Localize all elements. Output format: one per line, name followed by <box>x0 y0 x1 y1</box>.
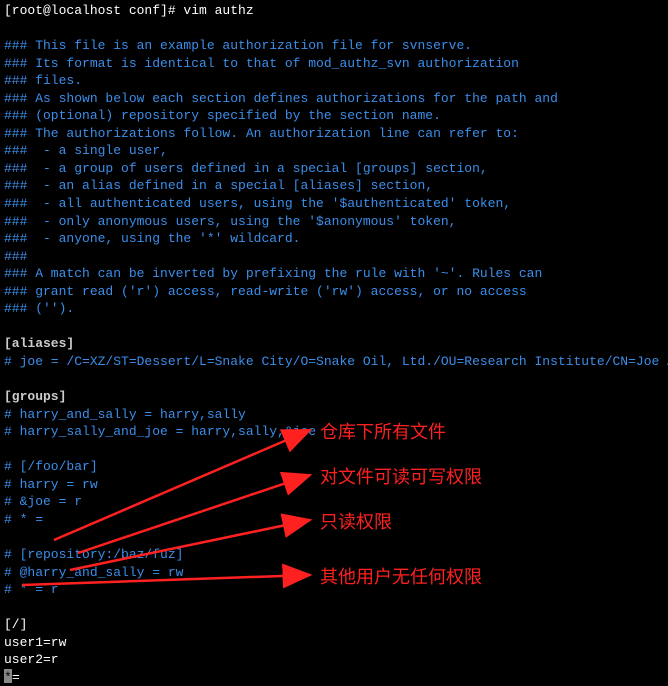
code-line: user1=rw <box>4 634 664 652</box>
code-line: ### A match can be inverted by prefixing… <box>4 265 664 283</box>
code-line <box>4 318 664 336</box>
last-line: *= <box>4 669 664 686</box>
code-line: ### - a single user, <box>4 142 664 160</box>
code-line: ### - anyone, using the '*' wildcard. <box>4 230 664 248</box>
code-line: ### grant read ('r') access, read-write … <box>4 283 664 301</box>
code-line: ### This file is an example authorizatio… <box>4 37 664 55</box>
annotation-label: 仓库下所有文件 <box>320 420 446 444</box>
code-line: ### Its format is identical to that of m… <box>4 55 664 73</box>
code-line: # joe = /C=XZ/ST=Dessert/L=Snake City/O=… <box>4 353 664 371</box>
code-line: ### The authorizations follow. An author… <box>4 125 664 143</box>
code-line: ### - a group of users defined in a spec… <box>4 160 664 178</box>
code-line: ### (''). <box>4 300 664 318</box>
code-line: ### - an alias defined in a special [ali… <box>4 177 664 195</box>
code-line: ### files. <box>4 72 664 90</box>
cursor: * <box>4 669 12 683</box>
code-line: ### (optional) repository specified by t… <box>4 107 664 125</box>
code-line: [groups] <box>4 388 664 406</box>
code-line: ### - only anonymous users, using the '$… <box>4 213 664 231</box>
code-line: ### <box>4 248 664 266</box>
shell-prompt: [root@localhost conf]# vim authz <box>4 2 664 20</box>
code-line: ### - all authenticated users, using the… <box>4 195 664 213</box>
annotation-label: 其他用户无任何权限 <box>320 565 482 589</box>
code-line: ### As shown below each section defines … <box>4 90 664 108</box>
code-line: [/] <box>4 616 664 634</box>
code-line <box>4 599 664 617</box>
code-line <box>4 370 664 388</box>
code-line: # &joe = r <box>4 493 664 511</box>
annotation-label: 对文件可读可写权限 <box>320 465 482 489</box>
code-line: [aliases] <box>4 335 664 353</box>
annotation-label: 只读权限 <box>320 510 392 534</box>
code-line: user2=r <box>4 651 664 669</box>
blank-line <box>4 20 664 38</box>
code-line: # [repository:/baz/fuz] <box>4 546 664 564</box>
